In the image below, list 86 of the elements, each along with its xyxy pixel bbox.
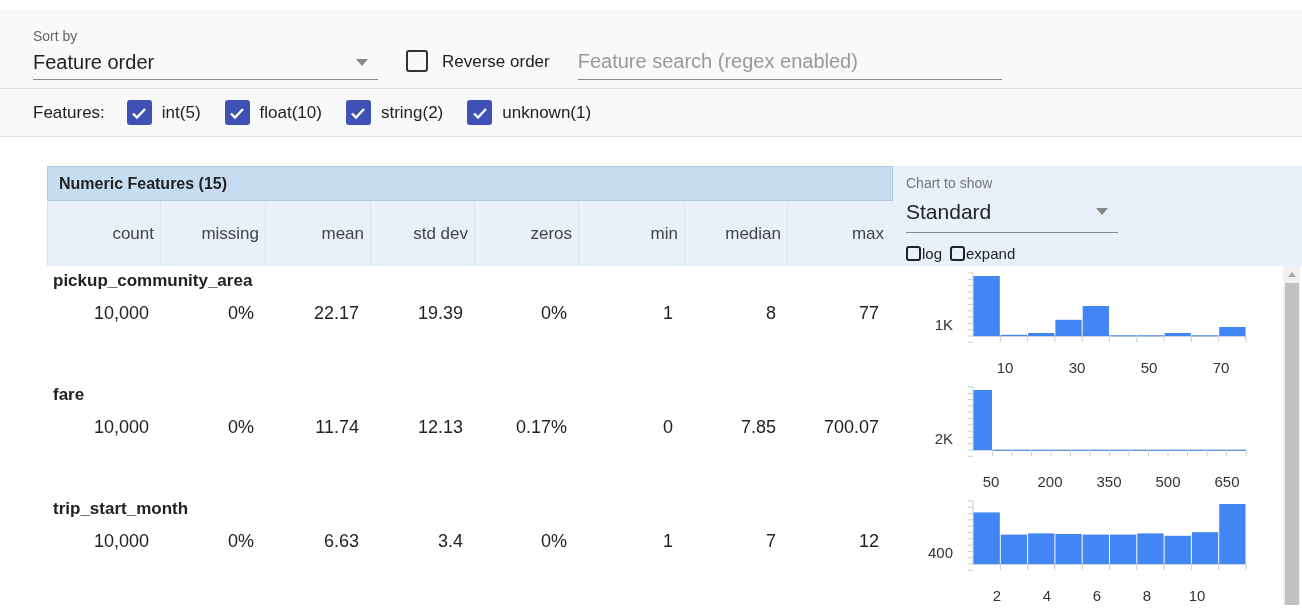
column-header: std dev bbox=[370, 201, 474, 266]
checkbox-label: expand bbox=[966, 243, 1016, 264]
checkbox-label: Reverse order bbox=[442, 50, 550, 73]
table-cell-text: 0% bbox=[540, 301, 568, 325]
checkbox-label: unknown(1) bbox=[502, 101, 592, 124]
column-header: min bbox=[578, 201, 684, 266]
table-cell-text: 7 bbox=[765, 529, 777, 553]
table-cell-text: 12 bbox=[857, 529, 880, 553]
feature-name: fare bbox=[53, 384, 86, 406]
section-header: Numeric Features (15) bbox=[47, 166, 893, 201]
checkbox-label: float(10) bbox=[259, 101, 322, 124]
axis-label: 400 bbox=[927, 544, 953, 561]
sort-select[interactable]: Feature order bbox=[33, 47, 378, 80]
dropdown-icon bbox=[356, 58, 368, 66]
histogram-bar bbox=[1137, 533, 1164, 564]
features-label: Features: bbox=[33, 101, 105, 124]
table-cell-text: 1 bbox=[662, 301, 674, 325]
checkbox[interactable] bbox=[224, 100, 250, 125]
column-header: max bbox=[787, 201, 890, 266]
histogram-bar bbox=[1110, 534, 1137, 564]
checkbox[interactable] bbox=[467, 100, 493, 125]
axis-label: 200 bbox=[1037, 473, 1063, 490]
histogram-bar bbox=[1055, 534, 1082, 564]
search-field[interactable]: Feature search (regex enabled) bbox=[577, 46, 1002, 80]
histogram-bar bbox=[1082, 534, 1109, 564]
column-header: zeros bbox=[474, 201, 578, 266]
checkbox[interactable] bbox=[406, 50, 428, 73]
table-cell-text: 10,000 bbox=[92, 415, 150, 439]
axis-label: 10 bbox=[996, 359, 1014, 376]
table-cell-text: 0.17% bbox=[514, 415, 568, 439]
y-axis bbox=[967, 386, 974, 457]
table-cell-text: 700.07 bbox=[822, 415, 880, 439]
axis-label: 6 bbox=[1092, 587, 1102, 604]
checkbox[interactable] bbox=[950, 246, 966, 262]
axis-label: 50 bbox=[1140, 359, 1158, 376]
axis-label: 30 bbox=[1068, 359, 1086, 376]
feature-name: pickup_community_area bbox=[53, 270, 254, 292]
axis-label: 10 bbox=[1188, 587, 1206, 604]
feature-name: trip_start_month bbox=[53, 498, 190, 520]
y-axis bbox=[967, 272, 974, 343]
checkbox-label: int(5) bbox=[161, 101, 201, 124]
axis-label: 500 bbox=[1155, 473, 1181, 490]
table-cell-text: 0% bbox=[227, 301, 255, 325]
table-cell-text: 10,000 bbox=[92, 301, 150, 325]
column-header: median bbox=[684, 201, 787, 266]
table-cell-text: 1 bbox=[662, 529, 674, 553]
checkbox[interactable] bbox=[345, 100, 371, 125]
checkbox-label: string(2) bbox=[380, 101, 444, 124]
scrollbar[interactable] bbox=[1283, 266, 1300, 605]
field-label: Chart to show bbox=[906, 174, 994, 193]
table-cell-text: 8 bbox=[765, 301, 777, 325]
y-axis bbox=[967, 500, 974, 571]
field-label: Sort by bbox=[33, 27, 79, 46]
scroll-up-icon bbox=[1287, 272, 1296, 277]
table-cell-text: 77 bbox=[857, 301, 880, 325]
table-cell-text: 19.39 bbox=[416, 301, 464, 325]
column-header: count bbox=[47, 201, 160, 266]
axis-label: 70 bbox=[1212, 359, 1230, 376]
table-cell-text: 10,000 bbox=[92, 529, 150, 553]
table-cell-text: 0% bbox=[227, 529, 255, 553]
table-cell-text: 22.17 bbox=[312, 301, 360, 325]
axis-label: 2K bbox=[934, 430, 953, 447]
axis-label: 650 bbox=[1214, 473, 1240, 490]
table-cell-text: 0% bbox=[227, 415, 255, 439]
table-cell-text: 7.85 bbox=[739, 415, 777, 439]
axis-label: 8 bbox=[1142, 587, 1152, 604]
table-cell-text: 6.63 bbox=[322, 529, 360, 553]
chart-select[interactable]: Standard bbox=[906, 196, 1118, 233]
checkbox[interactable] bbox=[126, 100, 152, 125]
axis-label: 2 bbox=[992, 587, 1002, 604]
checkbox-label: log bbox=[922, 243, 943, 264]
axis-label: 50 bbox=[982, 473, 1000, 490]
histogram-bar bbox=[1164, 535, 1191, 564]
axis-label: 4 bbox=[1042, 587, 1052, 604]
table-cell-text: 12.13 bbox=[416, 415, 464, 439]
axis-label: 1K bbox=[934, 316, 953, 333]
column-header: missing bbox=[160, 201, 265, 266]
axis-label: 350 bbox=[1096, 473, 1122, 490]
dropdown-icon bbox=[1096, 208, 1108, 216]
column-header: mean bbox=[265, 201, 370, 266]
table-cell-text: 0 bbox=[662, 415, 674, 439]
table-cell-text: 3.4 bbox=[436, 529, 464, 553]
histogram-bar bbox=[1028, 533, 1055, 564]
checkbox[interactable] bbox=[906, 246, 921, 262]
table-cell-text: 0% bbox=[540, 529, 568, 553]
table-cell-text: 11.74 bbox=[314, 415, 360, 439]
